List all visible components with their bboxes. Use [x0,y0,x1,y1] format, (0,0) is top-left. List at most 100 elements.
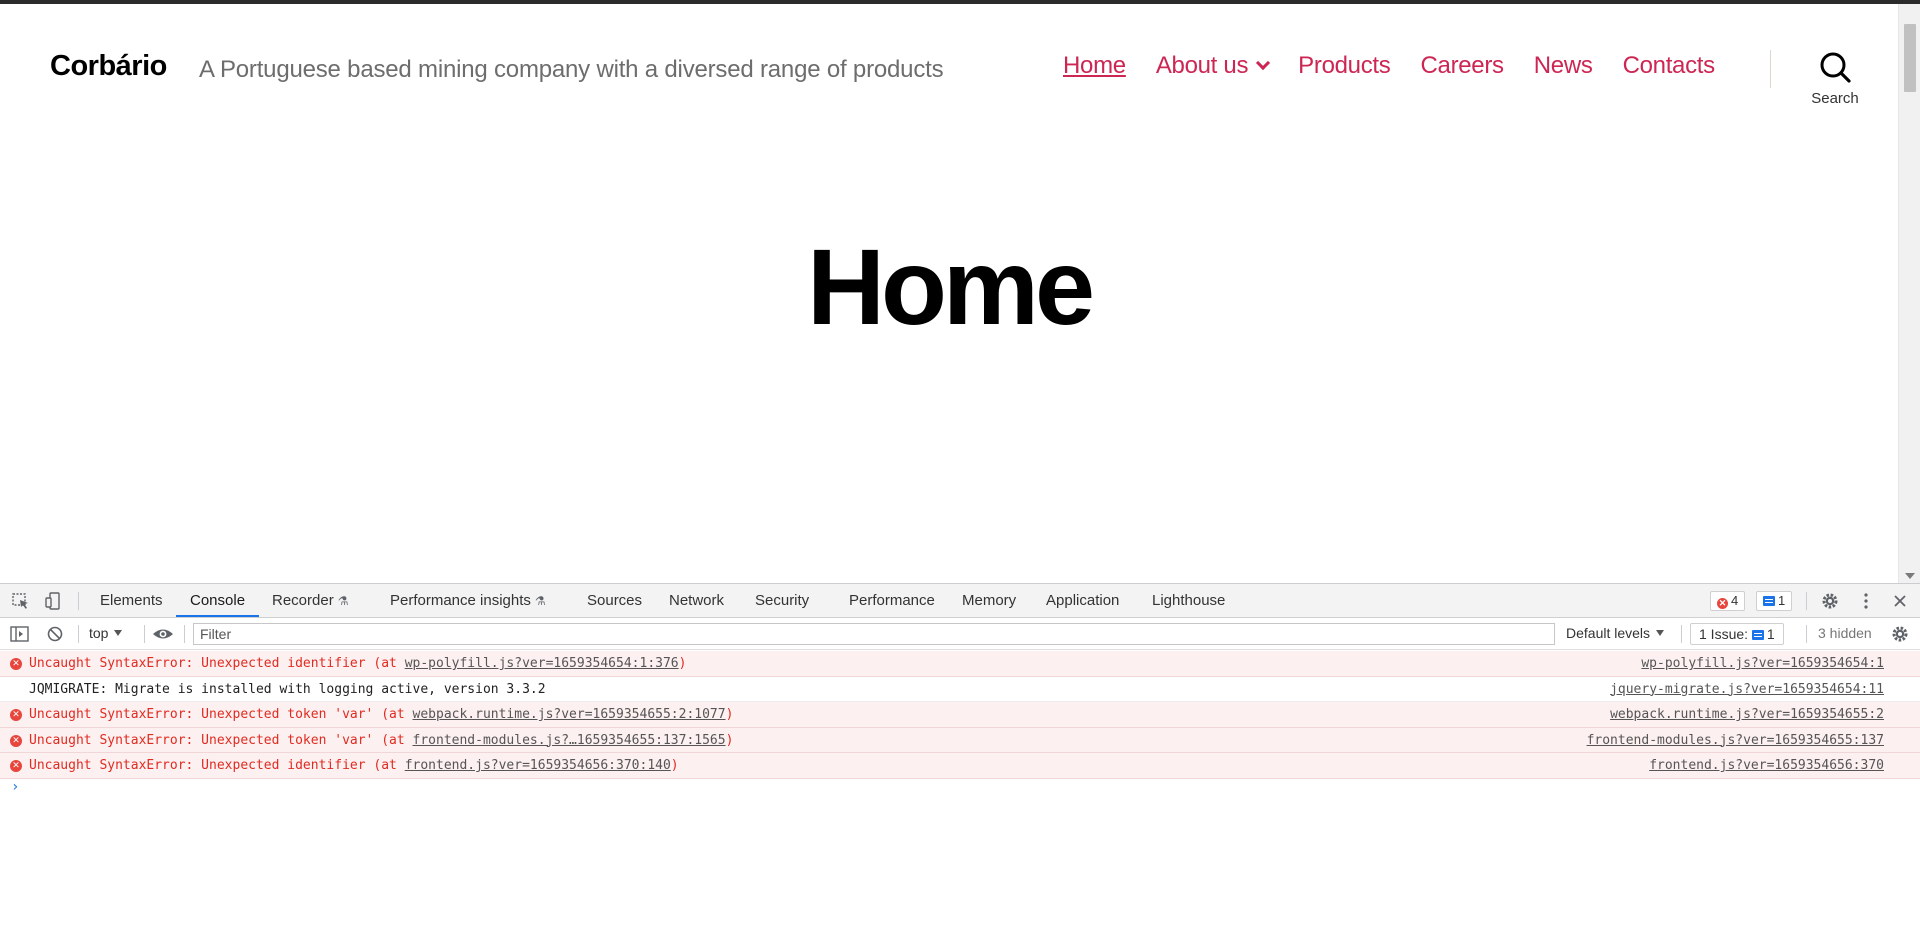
message-source-link[interactable]: frontend-modules.js?ver=1659354655:137 [1587,728,1884,753]
message-count: 1 [1778,593,1786,608]
tab-label: Recorder [272,592,334,609]
live-expression-eye-icon[interactable] [152,625,173,643]
message-source-link[interactable]: jquery-migrate.js?ver=1659354654:11 [1610,677,1884,702]
message-location-link[interactable]: wp-polyfill.js?ver=1659354654:1:376 [405,656,679,671]
console-message-text: JQMIGRATE: Migrate is installed with log… [29,677,546,702]
more-options-icon[interactable] [1856,592,1876,610]
tab-label: Application [1046,592,1120,609]
message-source-link[interactable]: frontend.js?ver=1659354656:370 [1649,753,1884,778]
nav-item-label: Home [1063,52,1126,79]
error-icon: ✕ [1717,598,1728,609]
message-location-link[interactable]: frontend.js?ver=1659354656:370:140 [405,758,671,773]
tab-security[interactable]: Security [755,584,809,617]
console-prompt[interactable]: › [11,779,19,795]
console-filter-input[interactable] [193,623,1555,645]
clear-console-icon[interactable] [46,625,66,643]
nav-item-contacts[interactable]: Contacts [1622,52,1716,80]
error-icon: ✕ [10,734,22,747]
message-source-link[interactable]: wp-polyfill.js?ver=1659354654:1 [1641,651,1884,676]
nav-item-label: Contacts [1622,52,1716,79]
dropdown-arrow-icon [1656,630,1665,636]
scroll-down-arrow-icon[interactable] [1905,573,1915,579]
nav-item-label: News [1533,52,1593,79]
close-devtools-icon[interactable] [1890,592,1910,610]
experimental-flask-icon: ⚗ [337,594,349,608]
message-prefix: Uncaught SyntaxError: Unexpected token '… [29,707,413,722]
message-suffix: ) [725,707,734,722]
message-icon [1751,630,1764,640]
message-location-link[interactable]: webpack.runtime.js?ver=1659354655:2:1077 [413,707,726,722]
error-count-badge[interactable]: ✕ 4 [1710,591,1746,611]
console-message-text: Uncaught SyntaxError: Unexpected identif… [29,753,679,778]
tab-performance[interactable]: Performance [849,584,935,617]
tab-console[interactable]: Console [176,584,260,617]
tab-label: Network [669,592,725,609]
issues-button[interactable]: 1 Issue: 1 [1690,623,1784,645]
levels-label: Default levels [1566,625,1651,641]
message-source-link[interactable]: webpack.runtime.js?ver=1659354655:2 [1610,702,1884,727]
message-prefix: Uncaught SyntaxError: Unexpected identif… [29,656,405,671]
toolbar-separator [78,625,79,643]
nav-divider [1770,50,1771,88]
page-viewport: Corbário A Portuguese based mining compa… [0,4,1920,583]
tab-sources[interactable]: Sources [587,584,642,617]
message-icon [1763,596,1775,606]
log-levels-dropdown[interactable]: Default levels [1566,625,1665,641]
tab-separator [78,592,79,610]
toolbar-separator [1681,625,1682,643]
settings-gear-icon[interactable] [1820,592,1840,610]
console-message-text: Uncaught SyntaxError: Unexpected identif… [29,651,686,676]
nav-item-news[interactable]: News [1534,52,1593,80]
error-icon: ✕ [10,760,22,772]
nav-item-home[interactable]: Home [1063,52,1126,80]
context-selector[interactable]: top [89,625,123,641]
toolbar-separator [144,625,145,643]
hidden-messages-count: 3 hidden [1818,625,1872,641]
message-prefix: Uncaught SyntaxError: Unexpected token '… [29,732,413,748]
dropdown-arrow-icon [114,630,123,636]
tab-memory[interactable]: Memory [962,584,1016,617]
nav-item-careers[interactable]: Careers [1420,52,1504,80]
page-title: Home [806,226,1095,347]
nav-item-label: Products [1298,52,1391,79]
search-toggle-button[interactable]: Search [1800,50,1870,114]
issues-count: 1 [1766,626,1775,642]
scrollbar-thumb[interactable] [1904,24,1916,92]
tab-label: Console [190,592,246,609]
tab-label: Performance insights [390,592,531,609]
console-message-text: Uncaught SyntaxError: Unexpected token '… [29,702,733,727]
chevron-down-icon[interactable] [1256,55,1271,71]
tab-performance-insights[interactable]: Performance insights ⚗ [390,584,546,617]
context-value: top [89,625,109,641]
error-icon: ✕ [10,658,22,670]
tab-lighthouse[interactable]: Lighthouse [1152,584,1225,617]
nav-item-about-us[interactable]: About us [1156,52,1271,80]
site-title[interactable]: Corbário [50,50,167,83]
message-count-badge[interactable]: 1 [1756,591,1793,611]
inspect-element-icon[interactable] [11,592,31,610]
message-prefix: Uncaught SyntaxError: Unexpected identif… [29,758,405,773]
message-suffix: ) [678,656,687,671]
devtools-panel: Elements Console Recorder ⚗ Performance insi… [0,583,1920,947]
tab-recorder[interactable]: Recorder ⚗ [272,584,348,617]
message-suffix: ) [670,758,679,773]
tab-label: Sources [587,592,643,609]
tab-elements[interactable]: Elements [100,584,163,617]
show-sidebar-icon[interactable] [10,625,30,643]
message-location-link[interactable]: frontend-modules.js?…1659354655:137:1565 [413,733,726,748]
tab-label: Performance [849,592,935,609]
device-toolbar-icon[interactable] [44,592,64,610]
site-description: A Portuguese based mining company with a… [199,56,944,83]
console-message: ✕ Uncaught SyntaxError: Unexpected token … [0,702,1920,728]
page-scrollbar[interactable] [1898,4,1920,583]
console-settings-gear-icon[interactable] [1890,625,1910,643]
tab-network[interactable]: Network [669,584,724,617]
nav-item-products[interactable]: Products [1298,52,1391,80]
site-header: Corbário A Portuguese based mining compa… [0,4,1898,134]
toolbar-separator [1806,625,1807,643]
issues-label: 1 Issue: [1699,626,1749,642]
toolbar-separator [184,625,185,643]
console-message: ✕ Uncaught SyntaxError: Unexpected identi… [0,753,1920,779]
tab-application[interactable]: Application [1046,584,1119,617]
error-icon: ✕ [10,709,22,721]
